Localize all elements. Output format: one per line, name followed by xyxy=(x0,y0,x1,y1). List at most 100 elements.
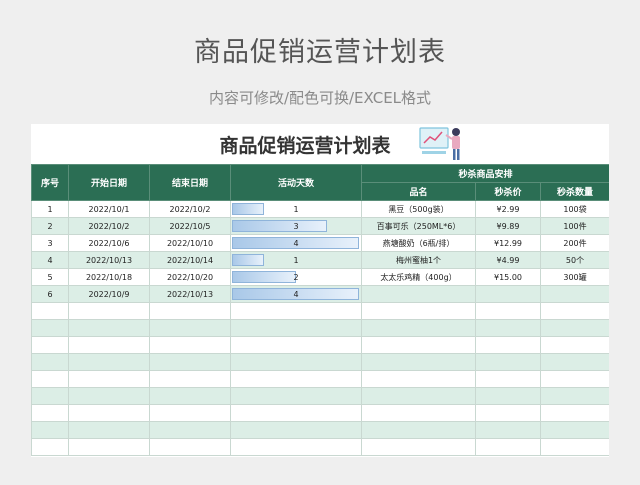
empty-cell[interactable] xyxy=(361,438,476,456)
empty-cell[interactable] xyxy=(149,404,231,422)
empty-cell[interactable] xyxy=(68,370,150,388)
empty-cell[interactable] xyxy=(149,438,231,456)
cell-seq[interactable]: 1 xyxy=(31,200,69,218)
empty-cell[interactable] xyxy=(361,302,476,320)
empty-cell[interactable] xyxy=(68,302,150,320)
cell-days[interactable]: 4 xyxy=(230,234,362,252)
empty-cell[interactable] xyxy=(230,370,362,388)
empty-cell[interactable] xyxy=(31,404,69,422)
empty-cell[interactable] xyxy=(475,421,541,439)
cell-start[interactable]: 2022/10/2 xyxy=(68,217,150,235)
cell-end[interactable]: 2022/10/10 xyxy=(149,234,231,252)
empty-cell[interactable] xyxy=(539,353,609,371)
empty-cell[interactable] xyxy=(68,353,150,371)
cell-days[interactable]: 1 xyxy=(230,251,362,269)
empty-cell[interactable] xyxy=(149,421,231,439)
empty-cell[interactable] xyxy=(539,404,609,422)
cell-price[interactable]: ¥2.99 xyxy=(475,200,541,218)
empty-cell[interactable] xyxy=(230,336,362,354)
cell-start[interactable]: 2022/10/6 xyxy=(68,234,150,252)
empty-cell[interactable] xyxy=(149,353,231,371)
cell-end[interactable]: 2022/10/14 xyxy=(149,251,231,269)
empty-cell[interactable] xyxy=(539,370,609,388)
empty-cell[interactable] xyxy=(31,370,69,388)
empty-cell[interactable] xyxy=(31,421,69,439)
cell-start[interactable]: 2022/10/1 xyxy=(68,200,150,218)
empty-cell[interactable] xyxy=(31,387,69,405)
empty-cell[interactable] xyxy=(230,353,362,371)
cell-qty[interactable]: 300罐 xyxy=(539,268,609,286)
cell-seq[interactable]: 3 xyxy=(31,234,69,252)
empty-cell[interactable] xyxy=(149,336,231,354)
cell-name[interactable]: 百事可乐（250ML*6） xyxy=(361,217,476,235)
empty-cell[interactable] xyxy=(539,387,609,405)
empty-cell[interactable] xyxy=(31,438,69,456)
empty-cell[interactable] xyxy=(539,336,609,354)
empty-cell[interactable] xyxy=(31,336,69,354)
cell-seq[interactable]: 6 xyxy=(31,285,69,303)
empty-cell[interactable] xyxy=(68,404,150,422)
cell-qty[interactable] xyxy=(539,285,609,303)
empty-cell[interactable] xyxy=(68,336,150,354)
empty-cell[interactable] xyxy=(361,404,476,422)
empty-cell[interactable] xyxy=(149,302,231,320)
cell-days[interactable]: 3 xyxy=(230,217,362,235)
cell-price[interactable]: ¥9.89 xyxy=(475,217,541,235)
cell-qty[interactable]: 100袋 xyxy=(539,200,609,218)
empty-cell[interactable] xyxy=(230,404,362,422)
empty-cell[interactable] xyxy=(230,302,362,320)
empty-cell[interactable] xyxy=(475,319,541,337)
cell-name[interactable]: 黑豆（500g装） xyxy=(361,200,476,218)
empty-cell[interactable] xyxy=(361,387,476,405)
cell-price[interactable] xyxy=(475,285,541,303)
cell-name[interactable]: 梅州蜜柚1个 xyxy=(361,251,476,269)
cell-price[interactable]: ¥12.99 xyxy=(475,234,541,252)
cell-end[interactable]: 2022/10/5 xyxy=(149,217,231,235)
empty-cell[interactable] xyxy=(475,353,541,371)
empty-cell[interactable] xyxy=(68,421,150,439)
empty-cell[interactable] xyxy=(361,336,476,354)
empty-cell[interactable] xyxy=(539,438,609,456)
empty-cell[interactable] xyxy=(230,421,362,439)
empty-cell[interactable] xyxy=(539,421,609,439)
empty-cell[interactable] xyxy=(475,438,541,456)
cell-end[interactable]: 2022/10/20 xyxy=(149,268,231,286)
cell-name[interactable] xyxy=(361,285,476,303)
empty-cell[interactable] xyxy=(31,302,69,320)
empty-cell[interactable] xyxy=(475,404,541,422)
empty-cell[interactable] xyxy=(31,353,69,371)
empty-cell[interactable] xyxy=(149,319,231,337)
cell-qty[interactable]: 100件 xyxy=(539,217,609,235)
cell-seq[interactable]: 5 xyxy=(31,268,69,286)
cell-days[interactable]: 1 xyxy=(230,200,362,218)
cell-seq[interactable]: 2 xyxy=(31,217,69,235)
cell-start[interactable]: 2022/10/13 xyxy=(68,251,150,269)
empty-cell[interactable] xyxy=(68,319,150,337)
cell-name[interactable]: 燕塘酸奶（6瓶/排） xyxy=(361,234,476,252)
empty-cell[interactable] xyxy=(475,302,541,320)
cell-end[interactable]: 2022/10/2 xyxy=(149,200,231,218)
empty-cell[interactable] xyxy=(475,370,541,388)
empty-cell[interactable] xyxy=(361,370,476,388)
empty-cell[interactable] xyxy=(361,421,476,439)
empty-cell[interactable] xyxy=(475,387,541,405)
empty-cell[interactable] xyxy=(539,302,609,320)
cell-seq[interactable]: 4 xyxy=(31,251,69,269)
cell-start[interactable]: 2022/10/9 xyxy=(68,285,150,303)
empty-cell[interactable] xyxy=(539,319,609,337)
empty-cell[interactable] xyxy=(361,353,476,371)
cell-price[interactable]: ¥4.99 xyxy=(475,251,541,269)
empty-cell[interactable] xyxy=(230,319,362,337)
empty-cell[interactable] xyxy=(230,438,362,456)
empty-cell[interactable] xyxy=(475,336,541,354)
cell-price[interactable]: ¥15.00 xyxy=(475,268,541,286)
empty-cell[interactable] xyxy=(68,438,150,456)
empty-cell[interactable] xyxy=(230,387,362,405)
cell-end[interactable]: 2022/10/13 xyxy=(149,285,231,303)
empty-cell[interactable] xyxy=(31,319,69,337)
cell-days[interactable]: 2 xyxy=(230,268,362,286)
cell-qty[interactable]: 50个 xyxy=(539,251,609,269)
empty-cell[interactable] xyxy=(149,370,231,388)
empty-cell[interactable] xyxy=(68,387,150,405)
cell-qty[interactable]: 200件 xyxy=(539,234,609,252)
